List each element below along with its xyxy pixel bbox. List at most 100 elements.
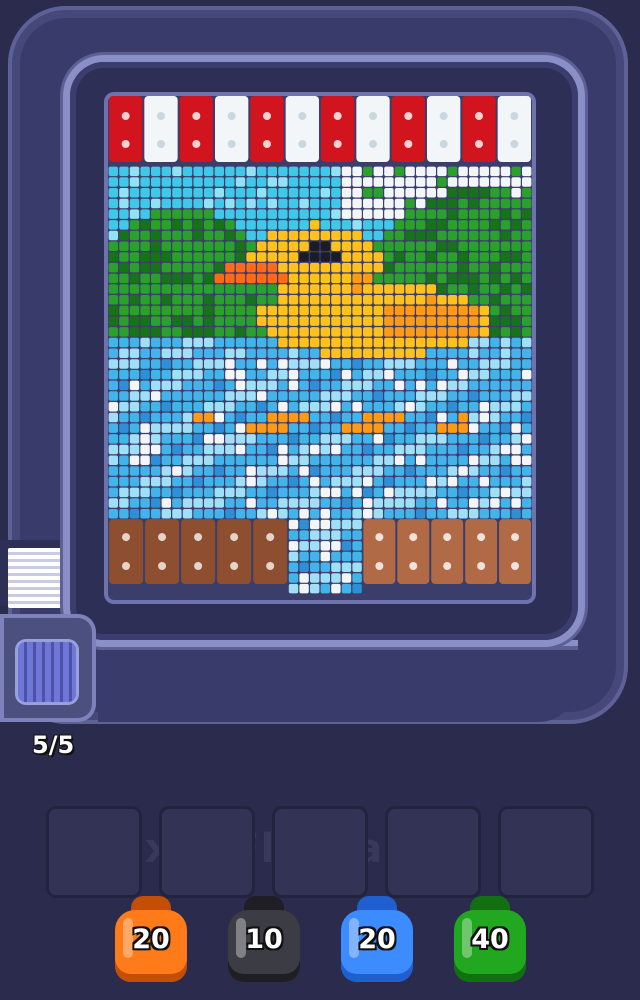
queue-slot-3[interactable] [272,806,368,898]
pixel-cell [193,220,203,230]
pixel-cell [193,348,203,358]
pixel-cell [151,348,161,358]
pixel-cell [257,327,267,337]
block-hole [404,140,413,148]
pixel-cell [278,423,288,433]
pixel-cell [288,209,299,219]
pixel-cell [257,380,267,391]
shooter-green[interactable]: 40 [454,896,526,990]
pixel-cell [320,359,330,369]
pixel-cell [405,455,415,465]
pixel-cell [500,327,511,337]
pixel-cell [469,455,479,465]
pixel-cell [182,327,193,337]
pixel-cell [479,412,489,423]
pixel-cell [511,391,521,401]
pixel-cell [352,262,362,273]
pixel-cell [500,262,511,273]
pixel-cell [363,412,373,423]
pixel-cell [161,295,171,305]
pixel-cell [193,316,203,326]
pixel-cell [511,402,521,412]
pixel-cell [214,295,224,305]
queue-slot-4[interactable] [385,806,481,898]
pixel-cell [119,423,129,433]
pixel-cell [235,423,246,433]
pixel-cell [458,166,468,177]
shooter-orange[interactable]: 20 [115,896,187,990]
pixel-cell [373,252,383,262]
pixel-cell [119,476,129,487]
block-hole [409,562,418,570]
pixel-cell [490,444,500,455]
queue-slot-2[interactable] [159,806,255,898]
pixel-cell [320,423,330,433]
pixel-cell [363,402,373,412]
pixel-cell [437,444,447,455]
pixel-cell [352,316,362,326]
pixel-cell [447,295,458,305]
pixel-cell [426,166,436,177]
pixel-cell [384,337,394,348]
pixel-cell [522,198,532,209]
pixel-cell [320,498,330,508]
pixel-cell [140,498,150,508]
pixel-cell [278,348,288,358]
pixel-cell [204,262,214,273]
queue-slot-5[interactable] [498,806,594,898]
pixel-cell [278,284,288,294]
pixel-cell [341,423,352,433]
pixel-cell [119,273,129,284]
pixel-cell [384,359,394,369]
block-hole [369,140,377,148]
pixel-cell [193,359,203,369]
pixel-cell [225,369,235,380]
pixel-cell [384,423,394,433]
pixel-cell [447,498,458,508]
pixel-cell [299,466,309,476]
pixel-cell [246,284,256,294]
pixel-cell [469,305,479,316]
brown-block-left [181,519,216,584]
pixel-cell [331,209,341,219]
shooter-blue[interactable]: 20 [341,896,413,990]
pixel-cell [341,466,352,476]
pixel-cell [235,305,246,316]
pixel-cell [458,434,468,444]
pixel-cell [288,509,299,519]
pixel-cell [140,412,150,423]
red-white-block [462,96,496,162]
pixel-cell [310,316,320,326]
pixel-cell [161,284,171,294]
pixel-cell [522,412,532,423]
pixel-cell [108,444,118,455]
queue-slot-1[interactable] [46,806,142,898]
pixel-cell [394,509,405,519]
pixel-cell [129,220,140,230]
pixel-cell [479,284,489,294]
pixel-cell [405,348,415,358]
pixel-cell [193,188,203,198]
shooter-black[interactable]: 10 [228,896,300,990]
pixel-cell [140,476,150,487]
block-hole [369,112,377,120]
pixel-cell [278,498,288,508]
pixel-cell [129,252,140,262]
pixel-cell [235,466,246,476]
pixel-cell [119,295,129,305]
pixel-cell [129,262,140,273]
pixel-cell [437,359,447,369]
pixel-cell [182,220,193,230]
pixel-cell [320,166,330,177]
pixel-cell [225,220,235,230]
pixel-cell [416,295,426,305]
pixel-cell [214,166,224,177]
pixel-cell [299,530,309,540]
pixel-cell [108,284,118,294]
pixel-cell [458,284,468,294]
pixel-cell [363,284,373,294]
pixel-cell [182,262,193,273]
pixel-cell [140,241,150,251]
pixel-cell [416,476,426,487]
pixel-cell [426,466,436,476]
